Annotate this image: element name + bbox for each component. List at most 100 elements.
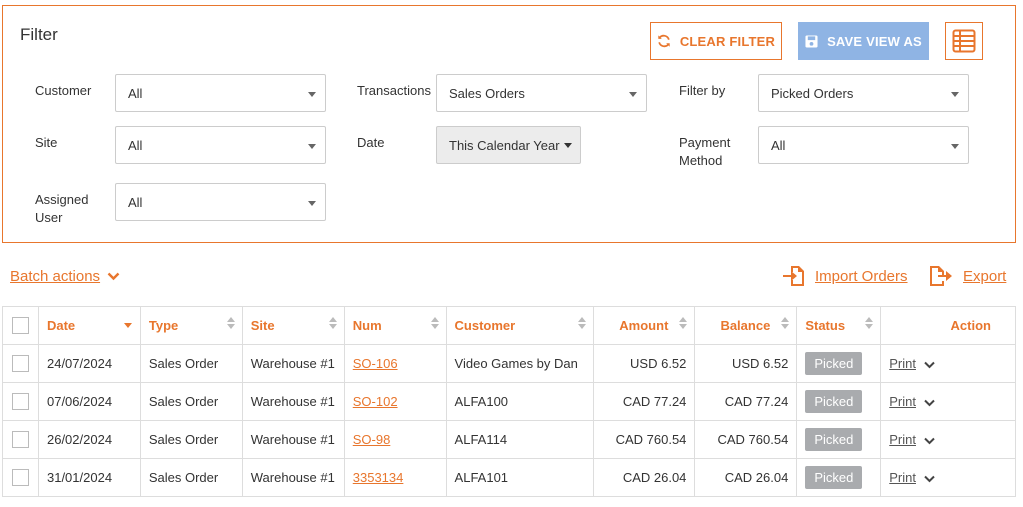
chevron-down-icon [107, 272, 120, 281]
payment-method-select[interactable]: All [758, 126, 969, 164]
payment-method-select-value: All [771, 137, 786, 153]
export-button[interactable]: Export [928, 264, 1006, 288]
status-badge: Picked [805, 390, 863, 413]
date-label: Date [357, 135, 385, 150]
chevron-down-icon[interactable] [924, 361, 935, 369]
cell-type: Sales Order [139, 420, 243, 459]
import-orders-button[interactable]: Import Orders [782, 264, 908, 288]
status-badge: Picked [805, 466, 863, 489]
sort-icon [430, 317, 439, 329]
column-header-site[interactable]: Site [241, 306, 345, 345]
cell-action: Print [880, 420, 1016, 459]
site-select-value: All [128, 137, 143, 153]
cell-date: 07/06/2024 [37, 382, 141, 421]
save-view-as-label: SAVE VIEW AS [827, 33, 922, 49]
sort-desc-icon [123, 323, 132, 328]
print-link[interactable]: Print [889, 356, 916, 371]
column-header-customer[interactable]: Customer [445, 306, 594, 345]
cell-amount: USD 6.52 [592, 344, 696, 383]
order-number-link[interactable]: SO-102 [353, 394, 398, 409]
chevron-down-icon [629, 92, 637, 97]
cell-amount: CAD 26.04 [592, 458, 696, 497]
sort-icon [865, 317, 874, 329]
cell-balance: CAD 760.54 [694, 420, 798, 459]
cell-status: Picked [796, 382, 882, 421]
batch-actions-button[interactable]: Batch actions [10, 268, 120, 285]
column-view-button[interactable] [945, 22, 983, 60]
cell-status: Picked [796, 344, 882, 383]
print-link[interactable]: Print [889, 394, 916, 409]
cell-num: SO-98 [343, 420, 447, 459]
filter-by-select-value: Picked Orders [771, 85, 854, 101]
column-header-action: Action [880, 306, 1016, 345]
row-select-cell [2, 344, 39, 383]
row-checkbox[interactable] [11, 431, 29, 449]
order-number-link[interactable]: SO-98 [353, 432, 391, 447]
payment-method-label-line1: Payment [679, 135, 731, 150]
chevron-down-icon [308, 92, 316, 97]
order-number-link[interactable]: SO-106 [353, 356, 398, 371]
print-link[interactable]: Print [889, 432, 916, 447]
chevron-down-icon[interactable] [924, 437, 935, 445]
print-link[interactable]: Print [889, 470, 916, 485]
sort-icon [328, 317, 337, 329]
table-row: 24/07/2024 Sales Order Warehouse #1 SO-1… [2, 344, 1016, 383]
filter-by-select[interactable]: Picked Orders [758, 74, 969, 112]
cell-balance: CAD 77.24 [694, 382, 798, 421]
column-header-label: Amount [619, 318, 669, 333]
row-checkbox[interactable] [11, 355, 29, 373]
status-badge: Picked [805, 428, 863, 451]
assigned-user-select-value: All [128, 194, 143, 210]
column-header-status[interactable]: Status [796, 306, 882, 345]
cell-amount: CAD 77.24 [592, 382, 696, 421]
filter-title: Filter [20, 25, 58, 44]
cell-balance: CAD 26.04 [694, 458, 798, 497]
row-checkbox[interactable] [11, 393, 29, 411]
batch-actions-label: Batch actions [10, 268, 101, 285]
save-view-as-button[interactable]: SAVE VIEW AS [798, 22, 929, 60]
cell-num: SO-106 [343, 344, 447, 383]
customer-select[interactable]: All [115, 74, 326, 112]
column-header-amount[interactable]: Amount [592, 306, 696, 345]
orders-table: Date Type Site Num Customer Amount Balan… [2, 306, 1016, 497]
date-select[interactable]: This Calendar Year [436, 126, 581, 164]
transactions-select-value: Sales Orders [449, 85, 525, 101]
chevron-down-icon [951, 144, 959, 149]
row-select-cell [2, 458, 39, 497]
payment-method-label-line2: Method [679, 153, 723, 168]
column-header-date[interactable]: Date [37, 306, 141, 345]
transactions-select[interactable]: Sales Orders [436, 74, 647, 112]
column-header-type[interactable]: Type [139, 306, 243, 345]
payment-method-label: Payment Method [679, 134, 730, 170]
order-number-link[interactable]: 3353134 [353, 470, 404, 485]
cell-date: 24/07/2024 [37, 344, 141, 383]
row-select-cell [2, 420, 39, 459]
cell-action: Print [880, 382, 1016, 421]
column-header-balance[interactable]: Balance [694, 306, 798, 345]
cell-type: Sales Order [139, 344, 243, 383]
row-checkbox[interactable] [11, 469, 29, 487]
export-icon [930, 266, 952, 286]
customer-label: Customer [35, 83, 92, 98]
assigned-user-label: Assigned User [35, 191, 88, 227]
export-label: Export [963, 267, 1007, 285]
chevron-down-icon[interactable] [924, 475, 935, 483]
site-label: Site [35, 135, 58, 150]
row-select-cell [2, 382, 39, 421]
column-header-label: Type [148, 318, 179, 333]
cell-customer: ALFA100 [445, 382, 594, 421]
table-icon [952, 29, 976, 53]
select-all-checkbox[interactable] [11, 317, 29, 335]
date-select-value: This Calendar Year [449, 137, 560, 153]
column-header-num[interactable]: Num [343, 306, 447, 345]
table-row: 31/01/2024 Sales Order Warehouse #1 3353… [2, 458, 1016, 497]
assigned-user-select[interactable]: All [115, 183, 326, 221]
clear-filter-button[interactable]: CLEAR FILTER [650, 22, 782, 60]
site-select[interactable]: All [115, 126, 326, 164]
cell-site: Warehouse #1 [241, 382, 345, 421]
cell-customer: Video Games by Dan [445, 344, 594, 383]
cell-customer: ALFA101 [445, 458, 594, 497]
chevron-down-icon[interactable] [924, 399, 935, 407]
cell-amount: CAD 760.54 [592, 420, 696, 459]
customer-select-value: All [128, 85, 143, 101]
